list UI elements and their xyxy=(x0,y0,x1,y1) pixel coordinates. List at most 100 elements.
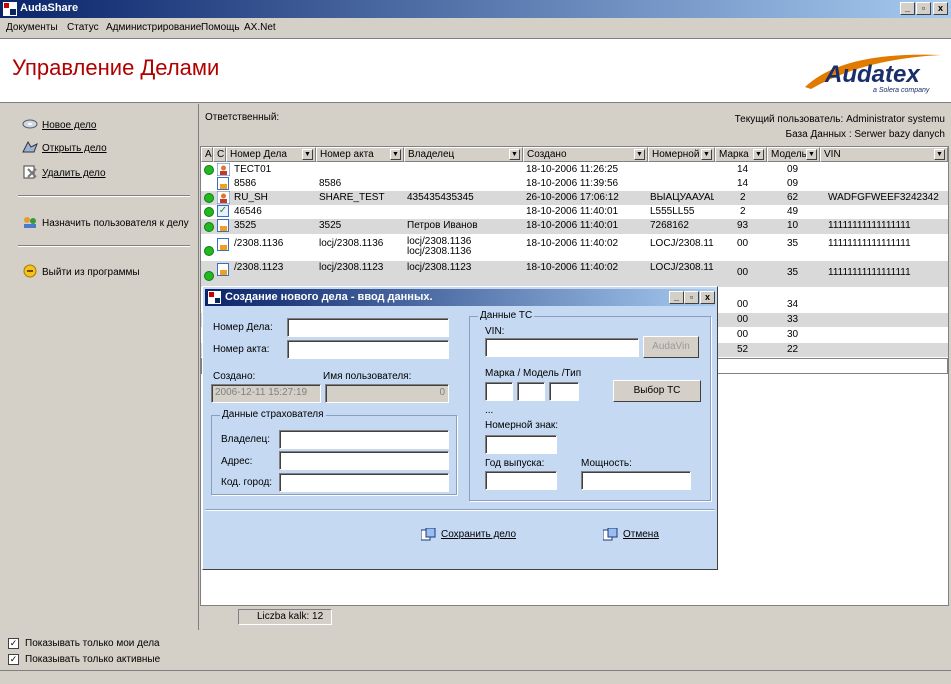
document-icon xyxy=(217,238,229,251)
new-case-dialog[interactable]: Создание нового дела - ввод данных. _ ▫ … xyxy=(202,286,718,570)
svg-text:Audatex: Audatex xyxy=(824,61,921,88)
chevron-down-icon[interactable]: ▼ xyxy=(390,149,401,160)
city-input[interactable] xyxy=(279,473,449,492)
case-no-label: Номер Дела: xyxy=(213,322,273,333)
open-case-icon xyxy=(22,140,38,153)
plate-input[interactable] xyxy=(485,435,557,454)
table-row[interactable]: /2308.1136 locj/2308.1136 locj/2308.1136… xyxy=(201,234,948,260)
save-icon xyxy=(421,528,436,541)
maximize-button[interactable]: ▫ xyxy=(916,2,931,15)
make-input[interactable] xyxy=(485,382,513,401)
audavin-button[interactable]: AudaVin xyxy=(643,336,699,358)
session-info: Текущий пользователь: Administrator syst… xyxy=(735,112,945,142)
active-status-icon xyxy=(204,246,214,256)
vin-input[interactable] xyxy=(485,338,639,357)
menu-administration[interactable]: Администрирование xyxy=(106,22,201,33)
chevron-down-icon[interactable]: ▼ xyxy=(806,149,817,160)
checked-doc-icon: ✓ xyxy=(217,205,229,217)
menu-status[interactable]: Статус xyxy=(67,22,99,33)
table-row[interactable]: TECT01 18-10-2006 11:26:25 14 09 xyxy=(201,163,948,177)
minimize-button[interactable]: _ xyxy=(900,2,915,15)
year-label: Год выпуска: xyxy=(485,458,545,469)
svg-text:a Solera company: a Solera company xyxy=(873,87,930,94)
username-label: Имя пользователя: xyxy=(323,371,412,382)
select-vehicle-button[interactable]: Выбор ТС xyxy=(613,380,701,402)
person-icon xyxy=(217,191,230,204)
created-label: Создано: xyxy=(213,371,256,382)
case-count: Liczba kalk: 12 xyxy=(238,609,332,625)
owner-input[interactable] xyxy=(279,430,449,449)
responsible-label: Ответственный: xyxy=(205,112,280,123)
active-status-icon xyxy=(204,222,214,232)
disc-icon xyxy=(22,119,38,129)
table-row[interactable]: 3525 3525 Петров Иванов 18-10-2006 11:40… xyxy=(201,219,948,234)
act-no-label: Номер акта: xyxy=(213,344,270,355)
type-input[interactable] xyxy=(549,382,579,401)
database-text: База Данных : Serwer bazy danych xyxy=(785,129,945,140)
menu-bar: Документы Статус Администрирование Помощ… xyxy=(0,18,951,38)
act-no-input[interactable] xyxy=(287,340,449,359)
active-status-icon xyxy=(204,271,214,281)
assign-user-icon xyxy=(24,217,36,228)
dialog-maximize-button[interactable]: ▫ xyxy=(684,291,699,304)
column-header-owner[interactable]: Владелец ▼ xyxy=(404,147,523,162)
ellipsis-text: ... xyxy=(485,405,494,416)
year-input[interactable] xyxy=(485,471,557,490)
sidebar-separator xyxy=(18,195,190,197)
dialog-title: Создание нового дела - ввод данных. xyxy=(225,291,433,303)
app-icon xyxy=(3,2,17,16)
dialog-minimize-button[interactable]: _ xyxy=(669,291,684,304)
active-status-icon xyxy=(204,165,214,175)
cancel-icon xyxy=(603,528,618,541)
sidebar: Новое дело Открыть дело Удалить дело Наз… xyxy=(0,104,199,630)
power-input[interactable] xyxy=(581,471,691,490)
address-input[interactable] xyxy=(279,451,449,470)
chevron-down-icon[interactable]: ▼ xyxy=(509,149,520,160)
menu-documents[interactable]: Документы xyxy=(6,22,58,33)
column-header-case-no[interactable]: Номер Дела ▼ xyxy=(226,147,316,162)
menu-axnet[interactable]: AX.Net xyxy=(244,22,276,33)
chevron-down-icon[interactable]: ▼ xyxy=(701,149,712,160)
window-titlebar[interactable]: AudaShare _ ▫ x xyxy=(0,0,951,18)
chevron-down-icon[interactable]: ▼ xyxy=(753,149,764,160)
audatex-logo: Audatex a Solera company xyxy=(805,54,941,94)
table-row[interactable]: /2308.1123 locj/2308.1123 locj/2308.1123… xyxy=(201,261,948,287)
table-row[interactable]: ✓ 46546 18-10-2006 11:40:01 L555LL55 2 4… xyxy=(201,205,948,219)
document-icon xyxy=(217,177,229,190)
checkbox-box[interactable]: ✓ xyxy=(8,638,19,649)
dialog-titlebar[interactable]: Создание нового дела - ввод данных. _ ▫ … xyxy=(205,289,715,306)
chevron-down-icon[interactable]: ▼ xyxy=(634,149,645,160)
sidebar-separator xyxy=(18,245,190,247)
count-bar: Liczba kalk: 12 xyxy=(200,606,949,628)
document-icon xyxy=(217,219,229,232)
active-status-icon xyxy=(204,193,214,203)
column-header-c[interactable]: C xyxy=(213,147,226,162)
address-label: Адрес: xyxy=(221,456,253,467)
power-label: Мощность: xyxy=(581,458,632,469)
column-header-created[interactable]: Создано ▼ xyxy=(523,147,648,162)
column-header-vin[interactable]: VIN ▼ xyxy=(820,147,948,162)
close-button[interactable]: x xyxy=(933,2,948,15)
case-no-input[interactable] xyxy=(287,318,449,337)
menu-help[interactable]: Помощь xyxy=(201,22,240,33)
active-status-icon xyxy=(204,207,214,217)
person-icon xyxy=(217,163,230,176)
column-header-make[interactable]: Марка ▼ xyxy=(715,147,767,162)
table-row[interactable]: RU_SH SHARE_TEST 435435435345 26-10-2006… xyxy=(201,191,948,205)
table-row[interactable]: 8586 8586 18-10-2006 11:39:56 14 09 xyxy=(201,177,948,191)
checkbox-box[interactable]: ✓ xyxy=(8,654,19,665)
column-header-act-no[interactable]: Номер акта ▼ xyxy=(316,147,404,162)
dialog-separator xyxy=(205,509,715,511)
dialog-close-button[interactable]: x xyxy=(700,291,715,304)
chevron-down-icon[interactable]: ▼ xyxy=(934,149,945,160)
document-icon xyxy=(217,263,229,276)
current-user-text: Текущий пользователь: Administrator syst… xyxy=(734,114,945,125)
column-header-a[interactable]: A xyxy=(201,147,213,162)
chevron-down-icon[interactable]: ▼ xyxy=(302,149,313,160)
vin-label: VIN: xyxy=(485,326,505,337)
model-input[interactable] xyxy=(517,382,545,401)
app-icon xyxy=(208,291,221,304)
page-title: Управление Делами xyxy=(12,55,220,80)
column-header-plate[interactable]: Номерной з ▼ xyxy=(648,147,715,162)
column-header-model[interactable]: Модель ▼ xyxy=(767,147,820,162)
